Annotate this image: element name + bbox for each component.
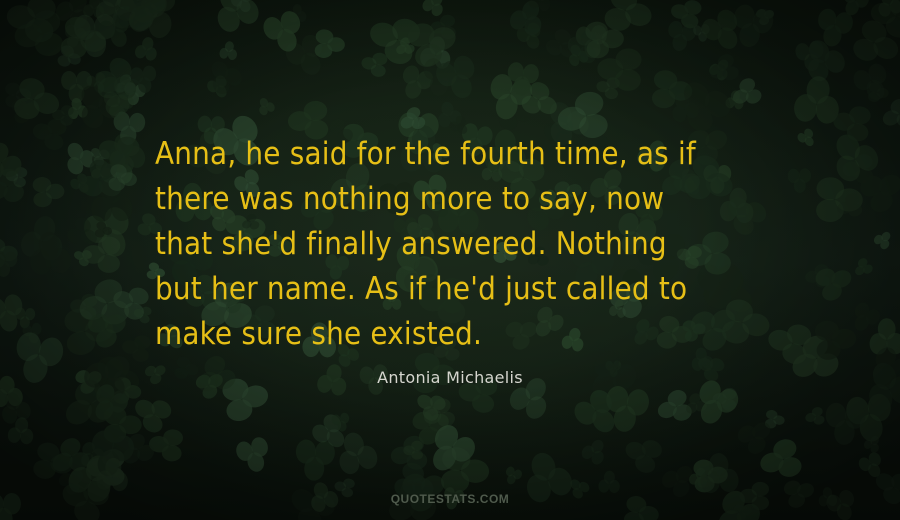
quote-author: Antonia Michaelis bbox=[377, 368, 523, 387]
quote-image: Anna, he said for the fourth time, as if… bbox=[0, 0, 900, 520]
quote-text: Anna, he said for the fourth time, as if… bbox=[155, 132, 775, 357]
quote-line-4: but her name. As if he'd just called to bbox=[155, 271, 688, 307]
quote-line-1: Anna, he said for the fourth time, as if bbox=[155, 136, 696, 172]
quote-line-5: make sure she existed. bbox=[155, 316, 483, 352]
quote-line-2: there was nothing more to say, now bbox=[155, 181, 665, 217]
site-watermark: QUOTESTATS.COM bbox=[390, 492, 510, 506]
quote-line-3: that she'd finally answered. Nothing bbox=[155, 226, 667, 262]
